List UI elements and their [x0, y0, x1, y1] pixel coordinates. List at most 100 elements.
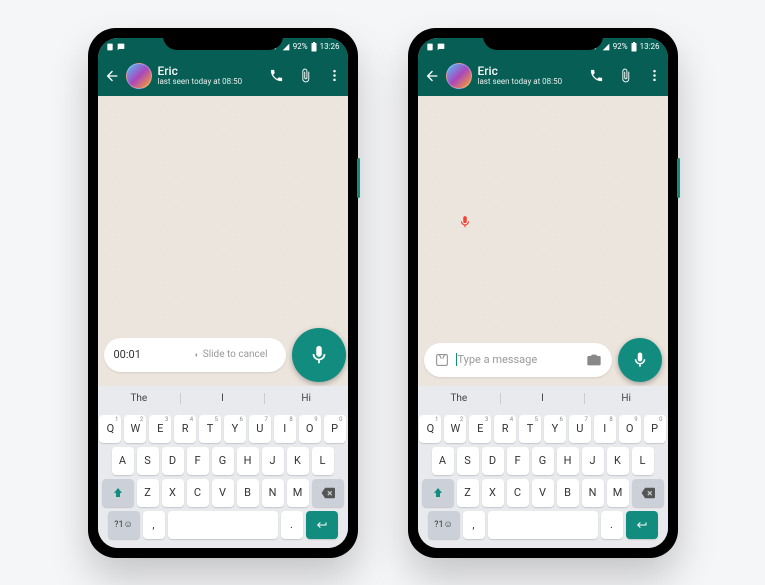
enter-key[interactable]	[306, 511, 338, 539]
key-V[interactable]: V	[212, 479, 234, 507]
key-Z[interactable]: Z	[457, 479, 479, 507]
back-icon[interactable]	[424, 68, 440, 84]
key-E[interactable]: E3	[469, 415, 491, 443]
key-H[interactable]: H	[557, 447, 579, 475]
space-key[interactable]	[488, 511, 598, 539]
record-timer: 00:01	[114, 348, 141, 361]
backspace-key[interactable]	[632, 479, 664, 507]
key-U[interactable]: U7	[249, 415, 271, 443]
key-L[interactable]: L	[312, 447, 334, 475]
avatar[interactable]	[446, 63, 472, 89]
key-Z[interactable]: Z	[137, 479, 159, 507]
key-P[interactable]: P0	[324, 415, 346, 443]
suggestion[interactable]: The	[418, 393, 502, 404]
key-N[interactable]: N	[262, 479, 284, 507]
suggestion[interactable]: I	[181, 393, 265, 404]
contact-info[interactable]: Eric last seen today at 08:50	[478, 65, 583, 87]
key-S[interactable]: S	[137, 447, 159, 475]
key-R[interactable]: R4	[174, 415, 196, 443]
key-G[interactable]: G	[212, 447, 234, 475]
comma-key[interactable]: ,	[143, 511, 165, 539]
key-X[interactable]: X	[482, 479, 504, 507]
battery-icon	[631, 42, 637, 52]
key-D[interactable]: D	[162, 447, 184, 475]
contact-name: Eric	[158, 65, 263, 78]
key-O[interactable]: O9	[299, 415, 321, 443]
key-F[interactable]: F	[187, 447, 209, 475]
key-M[interactable]: M	[287, 479, 309, 507]
message-pill[interactable]: Type a message	[424, 343, 612, 377]
suggestion[interactable]: The	[98, 393, 182, 404]
key-Y[interactable]: Y6	[224, 415, 246, 443]
suggestion[interactable]: Hi	[265, 393, 348, 404]
mic-button[interactable]	[292, 328, 346, 382]
menu-icon[interactable]	[647, 68, 662, 83]
key-I[interactable]: I8	[274, 415, 296, 443]
power-button	[677, 158, 680, 198]
key-B[interactable]: B	[557, 479, 579, 507]
key-J[interactable]: J	[582, 447, 604, 475]
period-key[interactable]: .	[601, 511, 623, 539]
mic-icon	[308, 344, 330, 366]
message-input[interactable]: Type a message	[456, 353, 580, 366]
suggestion[interactable]: Hi	[585, 393, 668, 404]
menu-icon[interactable]	[327, 68, 342, 83]
back-icon[interactable]	[104, 68, 120, 84]
recording-indicator-icon	[458, 215, 472, 229]
emoji-icon[interactable]	[434, 352, 450, 368]
key-Q[interactable]: Q1	[99, 415, 121, 443]
key-K[interactable]: K	[607, 447, 629, 475]
key-X[interactable]: X	[162, 479, 184, 507]
shift-key[interactable]	[422, 479, 454, 507]
key-C[interactable]: C	[507, 479, 529, 507]
key-F[interactable]: F	[507, 447, 529, 475]
period-key[interactable]: .	[281, 511, 303, 539]
key-Y[interactable]: Y6	[544, 415, 566, 443]
key-Q[interactable]: Q1	[419, 415, 441, 443]
key-K[interactable]: K	[287, 447, 309, 475]
key-B[interactable]: B	[237, 479, 259, 507]
symbols-key[interactable]: ?1☺	[108, 511, 140, 539]
call-icon[interactable]	[269, 68, 284, 83]
key-O[interactable]: O9	[619, 415, 641, 443]
shift-key[interactable]	[102, 479, 134, 507]
key-J[interactable]: J	[262, 447, 284, 475]
space-key[interactable]	[168, 511, 278, 539]
key-I[interactable]: I8	[594, 415, 616, 443]
slide-cancel[interactable]: Slide to cancel	[192, 349, 268, 360]
symbols-key[interactable]: ?1☺	[428, 511, 460, 539]
key-S[interactable]: S	[457, 447, 479, 475]
mic-button[interactable]	[618, 338, 662, 382]
enter-key[interactable]	[626, 511, 658, 539]
camera-icon[interactable]	[586, 352, 602, 368]
keyboard-suggestions: The I Hi	[98, 386, 348, 412]
avatar[interactable]	[126, 63, 152, 89]
wifi-icon	[591, 43, 599, 51]
key-M[interactable]: M	[607, 479, 629, 507]
key-D[interactable]: D	[482, 447, 504, 475]
attach-icon[interactable]	[618, 68, 633, 83]
comma-key[interactable]: ,	[463, 511, 485, 539]
key-R[interactable]: R4	[494, 415, 516, 443]
status-bar: 92% 13:26	[98, 38, 348, 56]
suggestion[interactable]: I	[501, 393, 585, 404]
key-C[interactable]: C	[187, 479, 209, 507]
key-W[interactable]: W2	[444, 415, 466, 443]
key-G[interactable]: G	[532, 447, 554, 475]
key-A[interactable]: A	[432, 447, 454, 475]
key-V[interactable]: V	[532, 479, 554, 507]
key-E[interactable]: E3	[149, 415, 171, 443]
key-A[interactable]: A	[112, 447, 134, 475]
key-T[interactable]: T5	[199, 415, 221, 443]
key-P[interactable]: P0	[644, 415, 666, 443]
attach-icon[interactable]	[298, 68, 313, 83]
call-icon[interactable]	[589, 68, 604, 83]
key-W[interactable]: W2	[124, 415, 146, 443]
key-T[interactable]: T5	[519, 415, 541, 443]
key-N[interactable]: N	[582, 479, 604, 507]
key-L[interactable]: L	[632, 447, 654, 475]
key-H[interactable]: H	[237, 447, 259, 475]
key-U[interactable]: U7	[569, 415, 591, 443]
backspace-key[interactable]	[312, 479, 344, 507]
contact-info[interactable]: Eric last seen today at 08:50	[158, 65, 263, 87]
